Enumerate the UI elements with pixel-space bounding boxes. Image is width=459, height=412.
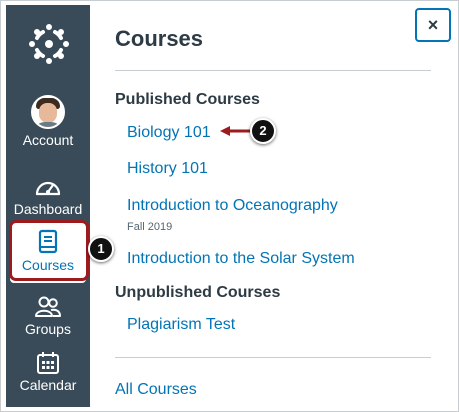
nav-item-label: Dashboard: [13, 201, 83, 217]
people-icon: [35, 296, 61, 317]
divider: [115, 357, 431, 358]
global-navigation: Account Dashboard Courses Groups Calenda…: [6, 5, 90, 407]
course-link[interactable]: History 101: [127, 160, 208, 178]
nav-item-dashboard[interactable]: Dashboard: [6, 175, 90, 217]
canvas-logo-icon[interactable]: [26, 21, 72, 67]
close-button[interactable]: ×: [415, 8, 451, 42]
course-link[interactable]: Introduction to the Solar System: [127, 250, 355, 268]
course-link[interactable]: Introduction to Oceanography: [127, 197, 338, 215]
calendar-icon: [37, 352, 59, 374]
course-link[interactable]: Plagiarism Test: [127, 316, 235, 334]
course-link[interactable]: Biology 101: [127, 124, 211, 142]
callout-arrow-icon: [220, 126, 252, 136]
avatar: [31, 95, 65, 129]
all-courses-link[interactable]: All Courses: [115, 381, 197, 399]
unpublished-courses-heading: Unpublished Courses: [115, 284, 281, 301]
divider: [115, 70, 431, 71]
nav-item-label: Calendar: [19, 377, 77, 393]
course-term: Fall 2019: [127, 221, 173, 233]
nav-item-account[interactable]: Account: [6, 95, 90, 148]
nav-item-groups[interactable]: Groups: [6, 295, 90, 337]
tray-title: Courses: [115, 26, 204, 51]
published-courses-heading: Published Courses: [115, 91, 260, 108]
nav-item-calendar[interactable]: Calendar: [6, 351, 90, 393]
nav-item-label: Account: [22, 132, 74, 148]
nav-item-label: Groups: [25, 321, 71, 337]
callout-badge-2: 2: [250, 118, 276, 144]
dashboard-gauge-icon: [35, 181, 61, 196]
courses-highlight-box: [9, 220, 89, 281]
callout-badge-1: 1: [88, 236, 114, 262]
